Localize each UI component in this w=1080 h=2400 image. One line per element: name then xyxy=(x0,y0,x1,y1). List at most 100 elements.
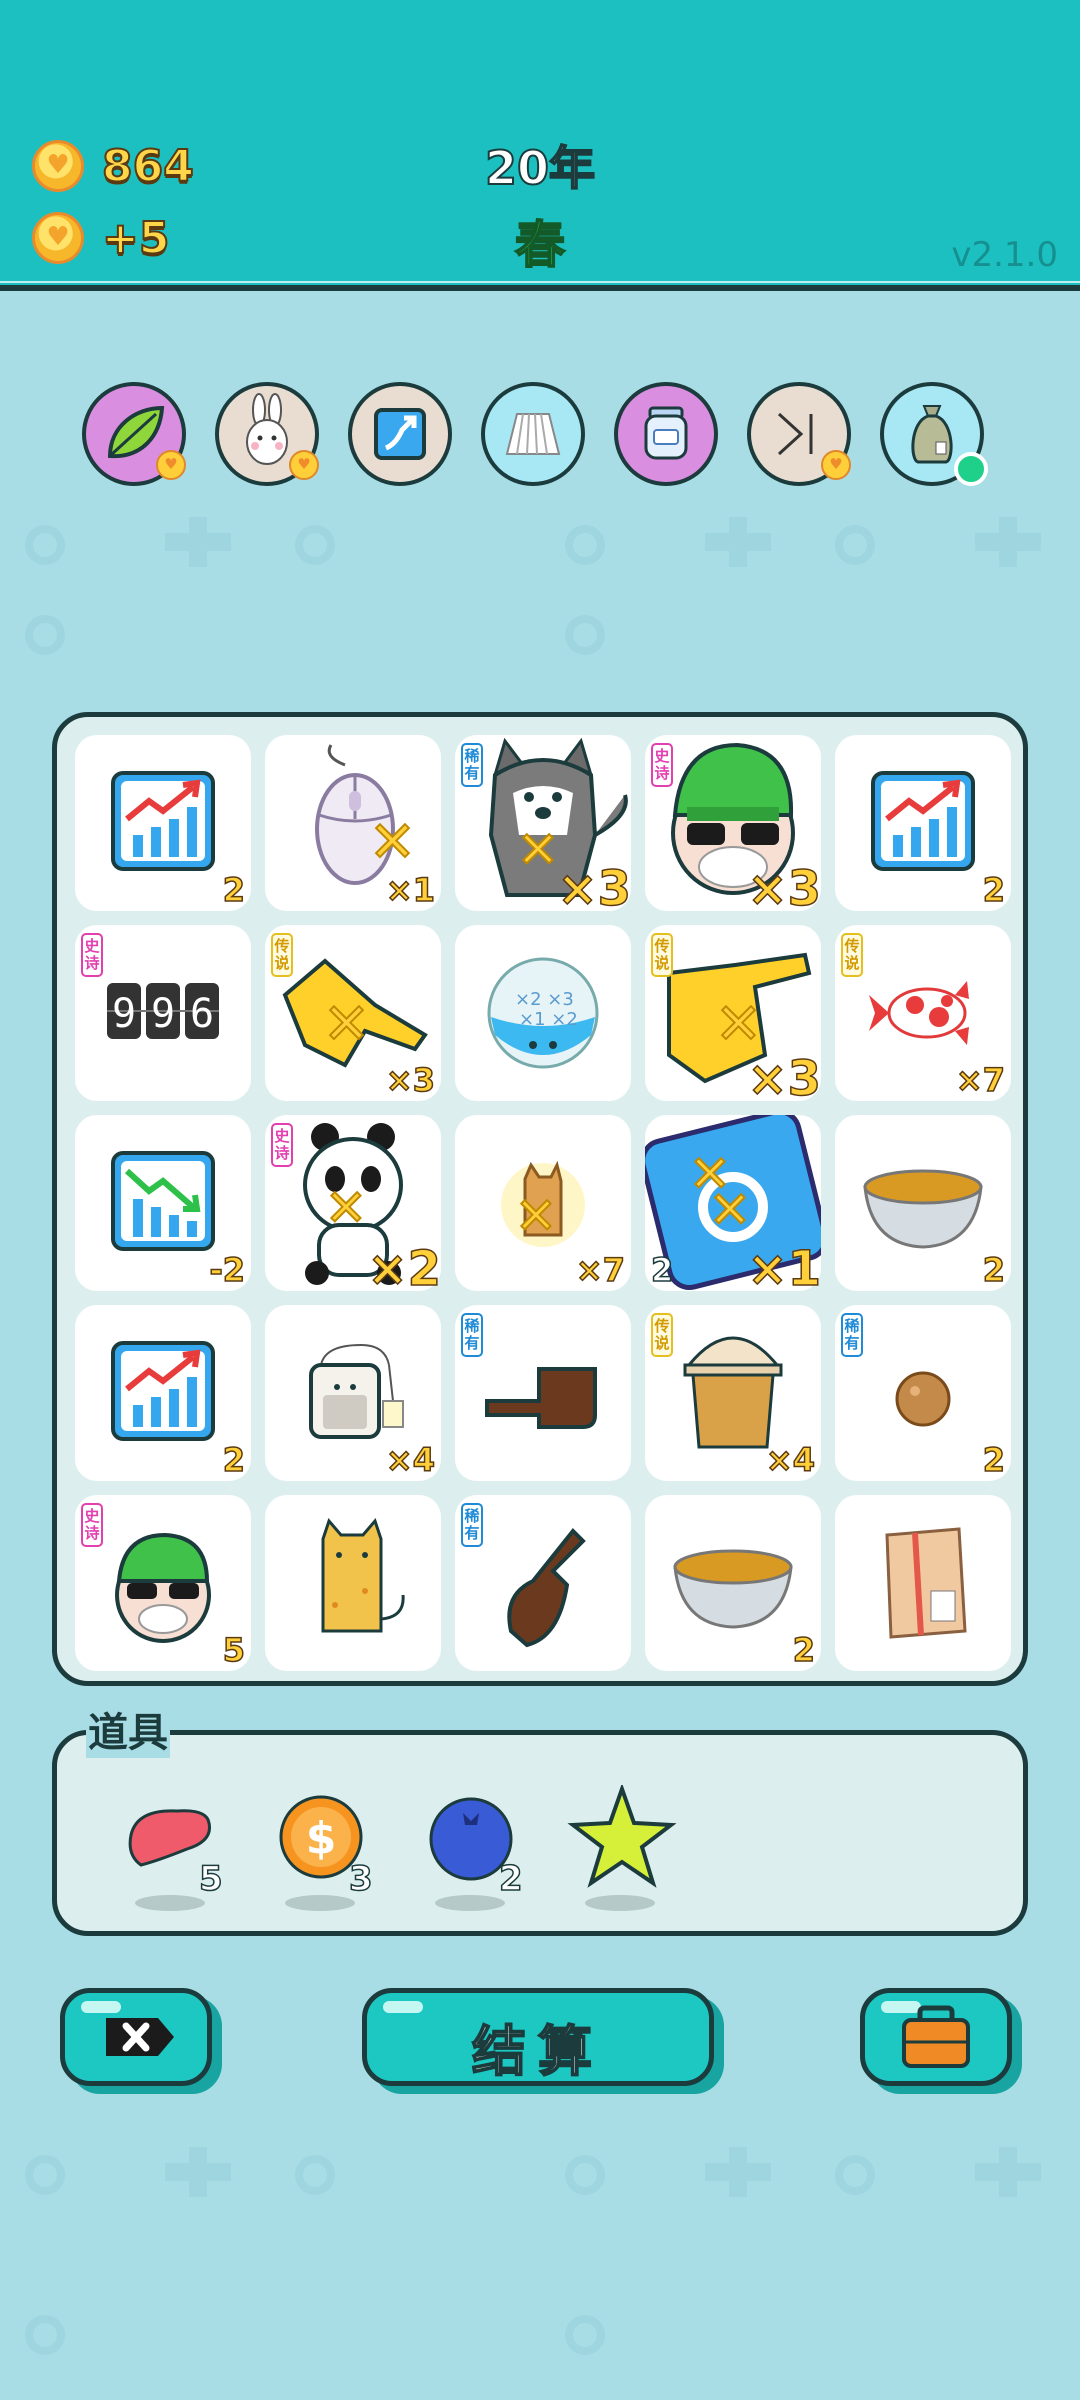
svg-text:×1 ×2: ×1 ×2 xyxy=(519,1009,578,1030)
jar-icon xyxy=(644,406,688,460)
svg-text:✕: ✕ xyxy=(323,992,370,1057)
svg-text:✕: ✕ xyxy=(517,821,559,879)
rarity-badge: 传说 xyxy=(651,1313,673,1357)
item-board: 2 ✕ ×1 ✕ 稀有 ×3 史诗 ×3 2 9 9 6 史诗 ✕ 传说 ×3 … xyxy=(52,712,1028,1686)
prop-shadow xyxy=(585,1895,655,1911)
rarity-badge: 稀有 xyxy=(461,1503,483,1547)
growth-card-relic[interactable] xyxy=(348,382,452,486)
board-cell[interactable]: 2 xyxy=(75,735,251,911)
svg-text:9: 9 xyxy=(112,991,136,1037)
prop-shadow xyxy=(435,1895,505,1911)
item-count: ×3 xyxy=(747,1050,822,1108)
relic-bar xyxy=(82,382,1002,492)
rarity-badge: 传说 xyxy=(841,933,863,977)
item-count: ×7 xyxy=(575,1250,626,1290)
heart-badge-icon xyxy=(821,450,851,480)
board-cell[interactable]: ×4 xyxy=(265,1305,441,1481)
board-cell[interactable]: ✕ 传说 ×3 xyxy=(265,925,441,1101)
item-count: ×4 xyxy=(765,1440,816,1480)
inventory-button[interactable] xyxy=(860,1988,1012,2086)
board-cell[interactable]: 2 xyxy=(75,1305,251,1481)
board-cell[interactable]: ✕ 稀有 ×3 xyxy=(455,735,632,918)
svg-text:$: $ xyxy=(306,1813,337,1864)
svg-text:6: 6 xyxy=(190,991,214,1037)
svg-text:×2 ×3: ×2 ×3 xyxy=(515,989,574,1010)
settle-button[interactable]: 结算 xyxy=(362,1988,714,2086)
cat-icon xyxy=(321,1518,405,1633)
board-cell[interactable]: 9 9 6 史诗 xyxy=(75,925,251,1101)
board-cell[interactable]: 2 xyxy=(645,1495,821,1671)
rarity-badge: 史诗 xyxy=(271,1123,293,1167)
svg-text:✕: ✕ xyxy=(709,1181,751,1239)
item-count: ×4 xyxy=(385,1440,436,1480)
board-cell[interactable]: 传说 ×4 xyxy=(645,1305,821,1481)
board-cell[interactable]: 2 xyxy=(835,735,1011,911)
heart-badge-icon xyxy=(289,450,319,480)
rarity-badge: 稀有 xyxy=(841,1313,863,1357)
skip-relic[interactable] xyxy=(747,382,851,486)
board-cell[interactable]: 史诗 ×3 xyxy=(645,735,822,918)
props-panel: 5 $ 3 2 xyxy=(52,1730,1028,1936)
item-count: 2 xyxy=(222,1440,246,1480)
prop-liver[interactable]: 5 xyxy=(117,1785,227,1915)
season-label: 春 xyxy=(514,215,566,275)
item-count: ×1 xyxy=(747,1240,822,1298)
board-cell[interactable]: ✕ 传说 ×3 xyxy=(645,925,822,1108)
rarity-badge: 传说 xyxy=(271,933,293,977)
item-count: ×1 xyxy=(385,870,436,910)
svg-text:✕: ✕ xyxy=(369,810,416,875)
multiplier-ball-icon: ×2 ×3 ×1 ×2 xyxy=(487,957,599,1069)
prop-count: 5 xyxy=(198,1858,223,1900)
board-cell[interactable]: ×2 ×3 ×1 ×2 xyxy=(455,925,631,1101)
rarity-badge: 史诗 xyxy=(81,1503,103,1547)
item-left-count: 2 xyxy=(650,1250,674,1290)
item-count: ×3 xyxy=(385,1060,436,1100)
item-count: ×3 xyxy=(747,860,822,918)
parcel-box-icon xyxy=(885,1527,967,1639)
item-count: -2 xyxy=(209,1250,246,1290)
prop-dollar[interactable]: $ 3 xyxy=(267,1785,377,1915)
prop-count: 3 xyxy=(348,1858,373,1900)
rarity-badge: 史诗 xyxy=(651,743,673,787)
star-icon xyxy=(567,1782,677,1888)
item-count: 2 xyxy=(982,870,1006,910)
jar-relic[interactable] xyxy=(614,382,718,486)
prop-blueberry[interactable]: 2 xyxy=(417,1785,527,1915)
rabbit-relic[interactable] xyxy=(215,382,319,486)
briefcase-icon xyxy=(902,2005,970,2068)
prop-star[interactable] xyxy=(567,1782,677,1915)
svg-text:9: 9 xyxy=(151,991,175,1037)
board-cell[interactable] xyxy=(835,1495,1011,1671)
board-cell[interactable]: ✕ 史诗 ×2 xyxy=(265,1115,442,1298)
board-cell[interactable]: 2 xyxy=(835,1115,1011,1291)
skirt-icon xyxy=(505,413,561,455)
heart-badge-icon xyxy=(156,450,186,480)
rarity-badge: 史诗 xyxy=(81,933,103,977)
close-icon xyxy=(106,2018,174,2056)
board-cell[interactable]: 稀有 2 xyxy=(835,1305,1011,1481)
item-count: ×3 xyxy=(557,860,632,918)
leaf-relic[interactable] xyxy=(82,382,186,486)
version-label: v2.1.0 xyxy=(951,235,1058,275)
prop-shadow xyxy=(285,1895,355,1911)
board-cell[interactable] xyxy=(265,1495,441,1671)
exit-button[interactable] xyxy=(60,1988,212,2086)
rarity-badge: 稀有 xyxy=(461,1313,483,1357)
board-cell[interactable]: 稀有 xyxy=(455,1305,631,1481)
rarity-badge: 稀有 xyxy=(461,743,483,787)
bag-relic[interactable] xyxy=(880,382,988,486)
pleated-skirt-relic[interactable] xyxy=(481,382,585,486)
board-cell[interactable]: ✕ ✕ 2 ×1 xyxy=(645,1115,822,1298)
prop-count: 2 xyxy=(498,1858,523,1900)
item-count: 2 xyxy=(982,1440,1006,1480)
item-count: ×2 xyxy=(367,1240,442,1298)
item-count: ×7 xyxy=(955,1060,1006,1100)
board-cell[interactable]: ✕ ×1 xyxy=(265,735,441,911)
board-cell[interactable]: 传说 ×7 xyxy=(835,925,1011,1101)
board-cell[interactable]: 稀有 xyxy=(455,1495,631,1671)
item-count: 5 xyxy=(222,1630,246,1670)
svg-text:✕: ✕ xyxy=(325,1179,367,1237)
board-cell[interactable]: -2 xyxy=(75,1115,251,1291)
board-cell[interactable]: 史诗 5 xyxy=(75,1495,251,1671)
board-cell[interactable]: ✕ ×7 xyxy=(455,1115,631,1291)
